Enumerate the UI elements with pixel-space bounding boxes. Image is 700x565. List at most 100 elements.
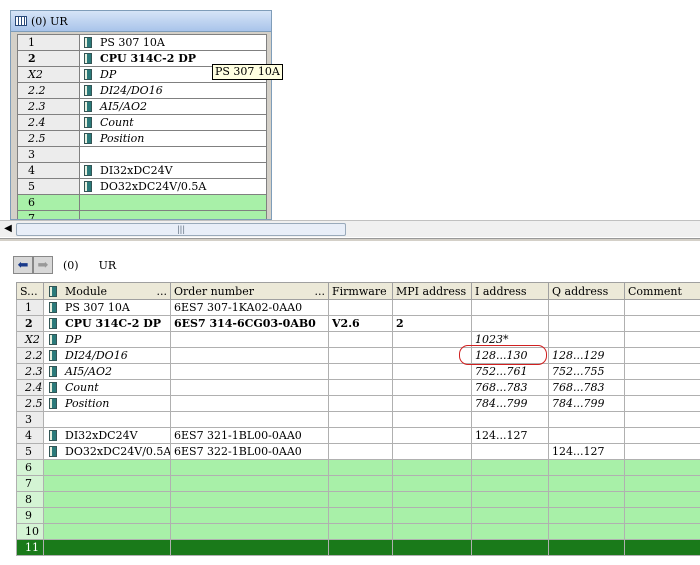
- col-header-i-address[interactable]: I address: [471, 282, 549, 300]
- rack-module-cell[interactable]: [79, 210, 267, 219]
- table-row[interactable]: X2 DP 1023*: [16, 331, 700, 348]
- rack-window[interactable]: (0) UR 1 PS 307 10A 2 CPU 314C-2 DP X2 DP 2.2 D…: [10, 10, 272, 220]
- scroll-left-arrow-icon[interactable]: ◀: [2, 223, 14, 235]
- mpi-address-cell[interactable]: [392, 443, 472, 460]
- comment-cell[interactable]: [624, 507, 700, 524]
- q-address-cell[interactable]: [548, 491, 625, 508]
- scrollbar-thumb[interactable]: |||: [16, 223, 346, 236]
- table-row[interactable]: 2.5 Position 784...799 784...799: [16, 395, 700, 412]
- i-address-cell[interactable]: [471, 315, 549, 332]
- rack-module-cell[interactable]: DI32xDC24V: [79, 162, 267, 179]
- firmware-cell[interactable]: [328, 363, 393, 380]
- firmware-cell[interactable]: [328, 427, 393, 444]
- module-cell[interactable]: Count: [43, 379, 171, 396]
- firmware-cell[interactable]: [328, 347, 393, 364]
- mpi-address-cell[interactable]: [392, 395, 472, 412]
- rack-row[interactable]: 5 DO32xDC24V/0.5A: [17, 178, 267, 195]
- comment-cell[interactable]: [624, 475, 700, 492]
- module-cell[interactable]: [43, 411, 171, 428]
- comment-cell[interactable]: [624, 299, 700, 316]
- horizontal-scrollbar[interactable]: ◀ |||: [0, 220, 700, 237]
- order-number-cell[interactable]: [170, 475, 329, 492]
- table-row[interactable]: 7: [16, 475, 700, 492]
- module-cell[interactable]: [43, 491, 171, 508]
- i-address-cell[interactable]: [471, 507, 549, 524]
- order-number-cell[interactable]: [170, 379, 329, 396]
- firmware-cell[interactable]: [328, 507, 393, 524]
- table-row[interactable]: 9: [16, 507, 700, 524]
- i-address-cell[interactable]: [471, 539, 549, 556]
- i-address-cell[interactable]: [471, 523, 549, 540]
- comment-cell[interactable]: [624, 427, 700, 444]
- back-arrow-icon[interactable]: ⬅: [13, 256, 33, 274]
- mpi-address-cell[interactable]: [392, 411, 472, 428]
- module-cell[interactable]: [43, 523, 171, 540]
- order-number-cell[interactable]: 6ES7 314-6CG03-0AB0: [170, 315, 329, 332]
- table-row[interactable]: 4 DI32xDC24V 6ES7 321-1BL00-0AA0 124...127: [16, 427, 700, 444]
- order-number-cell[interactable]: [170, 539, 329, 556]
- table-row[interactable]: 8: [16, 491, 700, 508]
- q-address-cell[interactable]: [548, 299, 625, 316]
- col-header-mpi-address[interactable]: MPI address: [392, 282, 472, 300]
- order-number-cell[interactable]: 6ES7 322-1BL00-0AA0: [170, 443, 329, 460]
- comment-cell[interactable]: [624, 395, 700, 412]
- q-address-cell[interactable]: 752...755: [548, 363, 625, 380]
- order-number-cell[interactable]: [170, 507, 329, 524]
- q-address-cell[interactable]: [548, 331, 625, 348]
- q-address-cell[interactable]: [548, 523, 625, 540]
- col-header-firmware[interactable]: Firmware: [328, 282, 393, 300]
- order-number-cell[interactable]: [170, 523, 329, 540]
- module-cell[interactable]: PS 307 10A: [43, 299, 171, 316]
- rack-module-cell[interactable]: DI24/DO16: [79, 82, 267, 99]
- q-address-cell[interactable]: 128...129: [548, 347, 625, 364]
- order-number-cell[interactable]: [170, 395, 329, 412]
- rack-row[interactable]: 2.5 Position: [17, 130, 267, 147]
- rack-module-cell[interactable]: Position: [79, 130, 267, 147]
- comment-cell[interactable]: [624, 523, 700, 540]
- q-address-cell[interactable]: [548, 539, 625, 556]
- col-header-q-address[interactable]: Q address: [548, 282, 625, 300]
- table-row[interactable]: 2 CPU 314C-2 DP 6ES7 314-6CG03-0AB0 V2.6 2: [16, 315, 700, 332]
- mpi-address-cell[interactable]: [392, 491, 472, 508]
- order-number-cell[interactable]: [170, 347, 329, 364]
- q-address-cell[interactable]: 124...127: [548, 443, 625, 460]
- firmware-cell[interactable]: [328, 395, 393, 412]
- order-number-cell[interactable]: [170, 331, 329, 348]
- i-address-cell[interactable]: 752...761: [471, 363, 549, 380]
- rack-row[interactable]: 6: [17, 194, 267, 211]
- i-address-cell[interactable]: 768...783: [471, 379, 549, 396]
- rack-row[interactable]: 2.3 AI5/AO2: [17, 98, 267, 115]
- module-cell[interactable]: DI24/DO16: [43, 347, 171, 364]
- rack-module-cell[interactable]: AI5/AO2: [79, 98, 267, 115]
- module-cell[interactable]: [43, 539, 171, 556]
- comment-cell[interactable]: [624, 363, 700, 380]
- table-row[interactable]: 5 DO32xDC24V/0.5A 6ES7 322-1BL00-0AA0 124..…: [16, 443, 700, 460]
- q-address-cell[interactable]: [548, 315, 625, 332]
- table-row[interactable]: 11: [16, 539, 700, 556]
- comment-cell[interactable]: [624, 539, 700, 556]
- rack-row[interactable]: 2.2 DI24/DO16: [17, 82, 267, 99]
- table-row[interactable]: 2.3 AI5/AO2 752...761 752...755: [16, 363, 700, 380]
- table-row[interactable]: 10: [16, 523, 700, 540]
- i-address-cell[interactable]: [471, 475, 549, 492]
- q-address-cell[interactable]: 784...799: [548, 395, 625, 412]
- i-address-cell[interactable]: 784...799: [471, 395, 549, 412]
- table-row[interactable]: 1 PS 307 10A 6ES7 307-1KA02-0AA0: [16, 299, 700, 316]
- rack-row[interactable]: 7: [17, 210, 267, 219]
- firmware-cell[interactable]: [328, 411, 393, 428]
- q-address-cell[interactable]: [548, 411, 625, 428]
- rack-row[interactable]: 4 DI32xDC24V: [17, 162, 267, 179]
- mpi-address-cell[interactable]: 2: [392, 315, 472, 332]
- order-number-cell[interactable]: [170, 363, 329, 380]
- firmware-cell[interactable]: [328, 523, 393, 540]
- order-number-cell[interactable]: 6ES7 321-1BL00-0AA0: [170, 427, 329, 444]
- col-header-slot[interactable]: S...: [16, 282, 44, 300]
- mpi-address-cell[interactable]: [392, 459, 472, 476]
- comment-cell[interactable]: [624, 491, 700, 508]
- col-header-order-number[interactable]: Order number ...: [170, 282, 329, 300]
- firmware-cell[interactable]: V2.6: [328, 315, 393, 332]
- i-address-cell[interactable]: [471, 299, 549, 316]
- q-address-cell[interactable]: [548, 459, 625, 476]
- module-cell[interactable]: AI5/AO2: [43, 363, 171, 380]
- col-header-module[interactable]: Module ...: [43, 282, 171, 300]
